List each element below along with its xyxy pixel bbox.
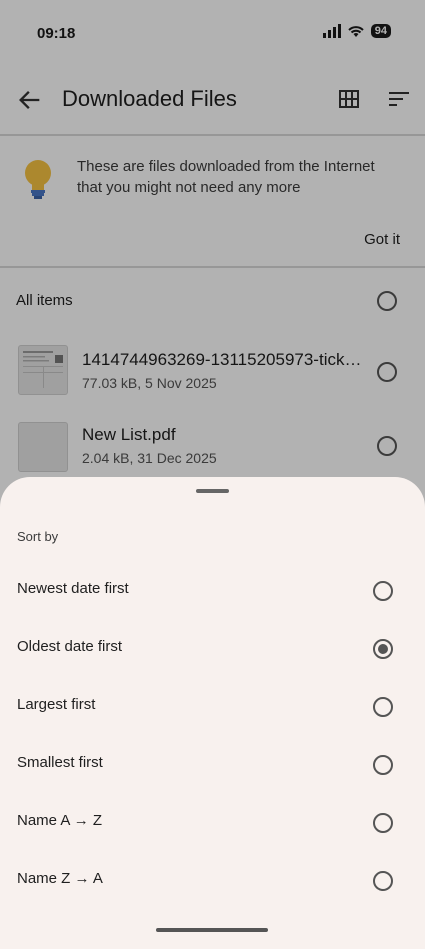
sort-option-label: Newest date first xyxy=(17,580,129,597)
sort-option-smallest[interactable]: Smallest first xyxy=(0,736,425,794)
sort-option-name-desc[interactable]: Name Z → A xyxy=(0,852,425,910)
sort-bottom-sheet: Sort by Newest date first Oldest date fi… xyxy=(0,477,425,949)
sort-option-radio[interactable] xyxy=(373,581,393,601)
sort-option-label: Name A → Z xyxy=(17,812,103,829)
sort-option-largest[interactable]: Largest first xyxy=(0,678,425,736)
sort-option-label: Largest first xyxy=(17,696,96,713)
sort-option-radio[interactable] xyxy=(373,639,393,659)
sort-option-radio[interactable] xyxy=(373,813,393,833)
sort-option-oldest[interactable]: Oldest date first xyxy=(0,620,425,678)
sort-option-radio[interactable] xyxy=(373,755,393,775)
downloaded-files-screen: 09:18 94 Downloaded Files These are file… xyxy=(0,0,425,949)
sort-option-label: Oldest date first xyxy=(17,638,123,655)
sort-option-label: Smallest first xyxy=(17,754,103,771)
sort-option-radio[interactable] xyxy=(373,697,393,717)
sort-option-label: Name Z → A xyxy=(17,870,103,887)
sort-option-radio[interactable] xyxy=(373,871,393,891)
sort-option-newest[interactable]: Newest date first xyxy=(0,562,425,620)
home-indicator[interactable] xyxy=(156,928,268,932)
sheet-title: Sort by xyxy=(17,529,59,544)
sort-option-name-asc[interactable]: Name A → Z xyxy=(0,794,425,852)
drag-handle[interactable] xyxy=(196,489,229,493)
